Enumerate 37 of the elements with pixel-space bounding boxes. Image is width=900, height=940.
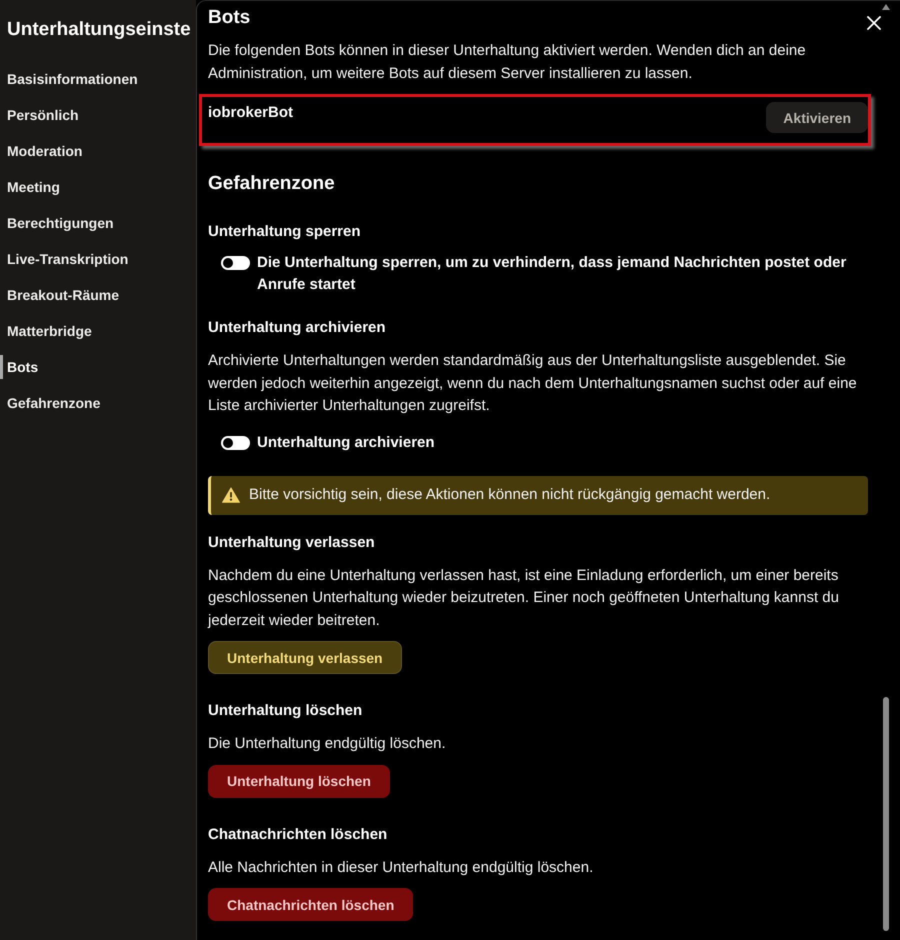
- section-title: Bots: [208, 6, 252, 30]
- nav-item[interactable]: Persönlich: [0, 103, 85, 127]
- nav-item[interactable]: Basisinformationen: [0, 67, 144, 91]
- nav-item[interactable]: Matterbridge: [0, 319, 98, 343]
- notice-text: Bitte vorsichtig sein, diese Aktionen können nicht rückgängig gemacht werden.: [249, 485, 770, 505]
- nav-item[interactable]: Bots: [0, 355, 44, 379]
- nav-item[interactable]: Berechtigungen: [0, 211, 120, 235]
- subsection-title: Unterhaltung sperren: [208, 222, 362, 242]
- description-text: Nachdem du eine Unterhaltung verlassen hast, ist eine Einladung erforderlich, um einer bereits geschlossenen Unterhaltung wieder beizutreten. Einer noch geöffneten Unterhaltung kannst du jederzeit wieder beitreten.: [208, 566, 840, 630]
- close-icon[interactable]: [867, 16, 881, 30]
- description-text: Die Unterhaltung endgültig löschen.: [208, 734, 447, 754]
- scrollbar-thumb[interactable]: [883, 697, 889, 931]
- section-title: Gefahrenzone: [208, 172, 336, 196]
- nav-item[interactable]: Live-Transkription: [0, 247, 134, 271]
- nav-item[interactable]: Moderation: [0, 139, 88, 163]
- toggle-switch[interactable]: [221, 256, 250, 270]
- bot-name: iobrokerBot: [208, 103, 294, 123]
- nav-item[interactable]: Breakout-Räume: [0, 283, 126, 307]
- delete-button[interactable]: Unterhaltung löschen: [208, 764, 390, 798]
- warning-icon: [222, 487, 240, 503]
- subsection-title: Unterhaltung verlassen: [208, 532, 376, 552]
- description-text: Alle Nachrichten in dieser Unterhaltung endgültig löschen.: [208, 858, 594, 878]
- activate-button[interactable]: Aktivieren: [766, 102, 868, 133]
- subsection-title: Unterhaltung löschen: [208, 701, 364, 721]
- scroll-up-icon[interactable]: [882, 4, 890, 10]
- subsection-title: Unterhaltung archivieren: [208, 318, 387, 338]
- description-text: Archivierte Unterhaltungen werden standardmäßig aus der Unterhaltungsliste ausgeblendet. Sie werden jedoch weiterhin angezeigt, wenn du nach dem Unterhaltungsnamen suchst oder auf eine Liste archivierter Unterhaltungen zugreifst.: [208, 351, 858, 416]
- settings-title: Unterhaltungseinste: [6, 18, 192, 42]
- subsection-title: Chatnachrichten löschen: [208, 824, 388, 844]
- toggle-switch[interactable]: [221, 436, 250, 450]
- delete-button[interactable]: Chatnachrichten löschen: [208, 888, 414, 921]
- leave-button[interactable]: Unterhaltung verlassen: [208, 641, 402, 674]
- description-text: Die folgenden Bots können in dieser Unterhaltung aktiviert werden. Wenden dich an deine Administration, um weitere Bots auf diesem Server installieren zu lassen.: [208, 41, 807, 84]
- nav-item[interactable]: Gefahrenzone: [0, 391, 106, 415]
- toggle-label: Unterhaltung archivieren: [257, 432, 435, 452]
- toggle-label: Die Unterhaltung sperren, um zu verhindern, dass jemand Nachrichten postet oder Anrufe startet: [257, 253, 848, 295]
- nav-item[interactable]: Meeting: [0, 175, 66, 199]
